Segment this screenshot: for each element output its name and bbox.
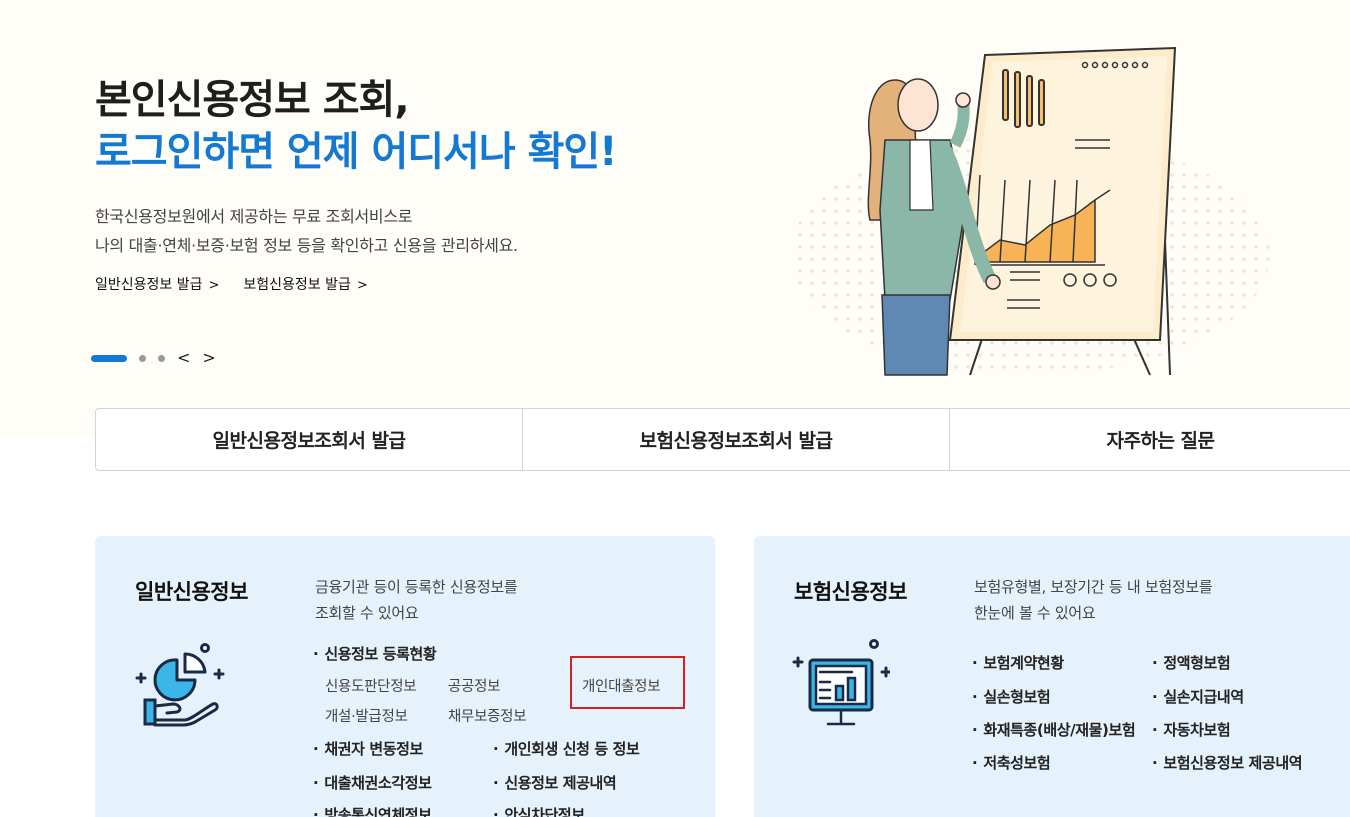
general-credit-issue-link[interactable]: 일반신용정보 발급 > (95, 274, 219, 294)
slide-indicator-active[interactable] (91, 354, 127, 362)
list-item[interactable]: 실손형보험 (972, 686, 1050, 707)
hero-description: 한국신용정보원에서 제공하는 무료 조회서비스로 나의 대출·연체·보증·보험 … (95, 202, 518, 260)
hero-desc-line1: 한국신용정보원에서 제공하는 무료 조회서비스로 (95, 207, 413, 226)
tab-insurance-credit-report[interactable]: 보험신용정보조회서 발급 (522, 409, 949, 470)
hand-pie-chart-icon (135, 643, 225, 727)
hero-desc-line2: 나의 대출·연체·보증·보험 정보 등을 확인하고 신용을 관리하세요. (95, 236, 518, 255)
slide-next-button[interactable]: > (202, 350, 215, 366)
list-item[interactable]: 안심차단정보 (493, 804, 585, 817)
list-item[interactable]: 화재특종(배상/재물)보험 (972, 719, 1135, 740)
general-desc-line1: 금융기관 등이 등록한 신용정보를 (315, 578, 518, 596)
list-item[interactable]: 정액형보험 (1152, 652, 1230, 673)
list-item[interactable]: 실손지급내역 (1152, 686, 1244, 707)
list-item[interactable]: 자동차보험 (1152, 719, 1230, 740)
tab-general-credit-report[interactable]: 일반신용정보조회서 발급 (96, 409, 522, 470)
slide-indicator[interactable] (139, 354, 146, 362)
hero-title-line2: 로그인하면 언제 어디서나 확인! (95, 129, 617, 175)
slide-pager: < > (91, 350, 216, 366)
hero-title-line1: 본인신용정보 조회, (95, 77, 410, 123)
highlight-box (570, 656, 685, 709)
monitor-bar-chart-icon (792, 639, 890, 726)
insurance-credit-card: 보험신용정보 보험유형별, 보장기간 등 내 보험정보를 한눈에 볼 수 있어요… (754, 536, 1350, 817)
sub-item-opening-issuance[interactable]: 개설·발급정보 (325, 705, 408, 726)
sub-item-debt-guarantee[interactable]: 채무보증정보 (448, 705, 527, 726)
general-credit-desc: 금융기관 등이 등록한 신용정보를 조회할 수 있어요 (315, 574, 518, 626)
insurance-credit-desc: 보험유형별, 보장기간 등 내 보험정보를 한눈에 볼 수 있어요 (974, 574, 1213, 626)
list-item[interactable]: 채권자 변동정보 (313, 738, 423, 759)
chevron-right-icon: > (356, 278, 368, 293)
list-item[interactable]: 대출채권소각정보 (313, 772, 432, 793)
list-item[interactable]: 개인회생 신청 등 정보 (493, 738, 639, 759)
quick-tabs: 일반신용정보조회서 발급 보험신용정보조회서 발급 자주하는 질문 (95, 408, 1350, 471)
list-item[interactable]: 신용정보 제공내역 (493, 772, 616, 793)
slide-prev-button[interactable]: < (177, 350, 190, 366)
general-credit-title: 일반신용정보 (135, 580, 248, 604)
general-credit-card: 일반신용정보 금융기관 등이 등록한 신용정보를 조회할 수 있어요 신용정보 … (95, 536, 715, 817)
list-item[interactable]: 저축성보험 (972, 752, 1050, 773)
tab-faq[interactable]: 자주하는 질문 (949, 409, 1350, 470)
list-item-registration-status[interactable]: 신용정보 등록현황 (313, 643, 436, 664)
insurance-credit-title: 보험신용정보 (794, 580, 907, 604)
insurance-credit-issue-link[interactable]: 보험신용정보 발급 > (243, 274, 367, 294)
insurance-desc-line2: 한눈에 볼 수 있어요 (974, 604, 1096, 622)
list-item[interactable]: 방송통신연체정보 (313, 804, 432, 817)
hero-banner: 본인신용정보 조회, 로그인하면 언제 어디서나 확인! 한국신용정보원에서 제… (0, 0, 1350, 437)
insurance-desc-line1: 보험유형별, 보장기간 등 내 보험정보를 (974, 578, 1213, 596)
chevron-right-icon: > (208, 278, 220, 293)
sub-item-public-info[interactable]: 공공정보 (448, 675, 500, 696)
list-item[interactable]: 보험계약현황 (972, 652, 1064, 673)
list-item[interactable]: 보험신용정보 제공내역 (1152, 752, 1302, 773)
slide-indicator[interactable] (158, 354, 165, 362)
hero-title: 본인신용정보 조회, 로그인하면 언제 어디서나 확인! (95, 74, 617, 178)
hero-links: 일반신용정보 발급 > 보험신용정보 발급 > (95, 274, 368, 294)
presenter-illustration (790, 46, 1270, 376)
sub-item-credit-judgment[interactable]: 신용도판단정보 (325, 675, 417, 696)
general-desc-line2: 조회할 수 있어요 (315, 604, 419, 622)
